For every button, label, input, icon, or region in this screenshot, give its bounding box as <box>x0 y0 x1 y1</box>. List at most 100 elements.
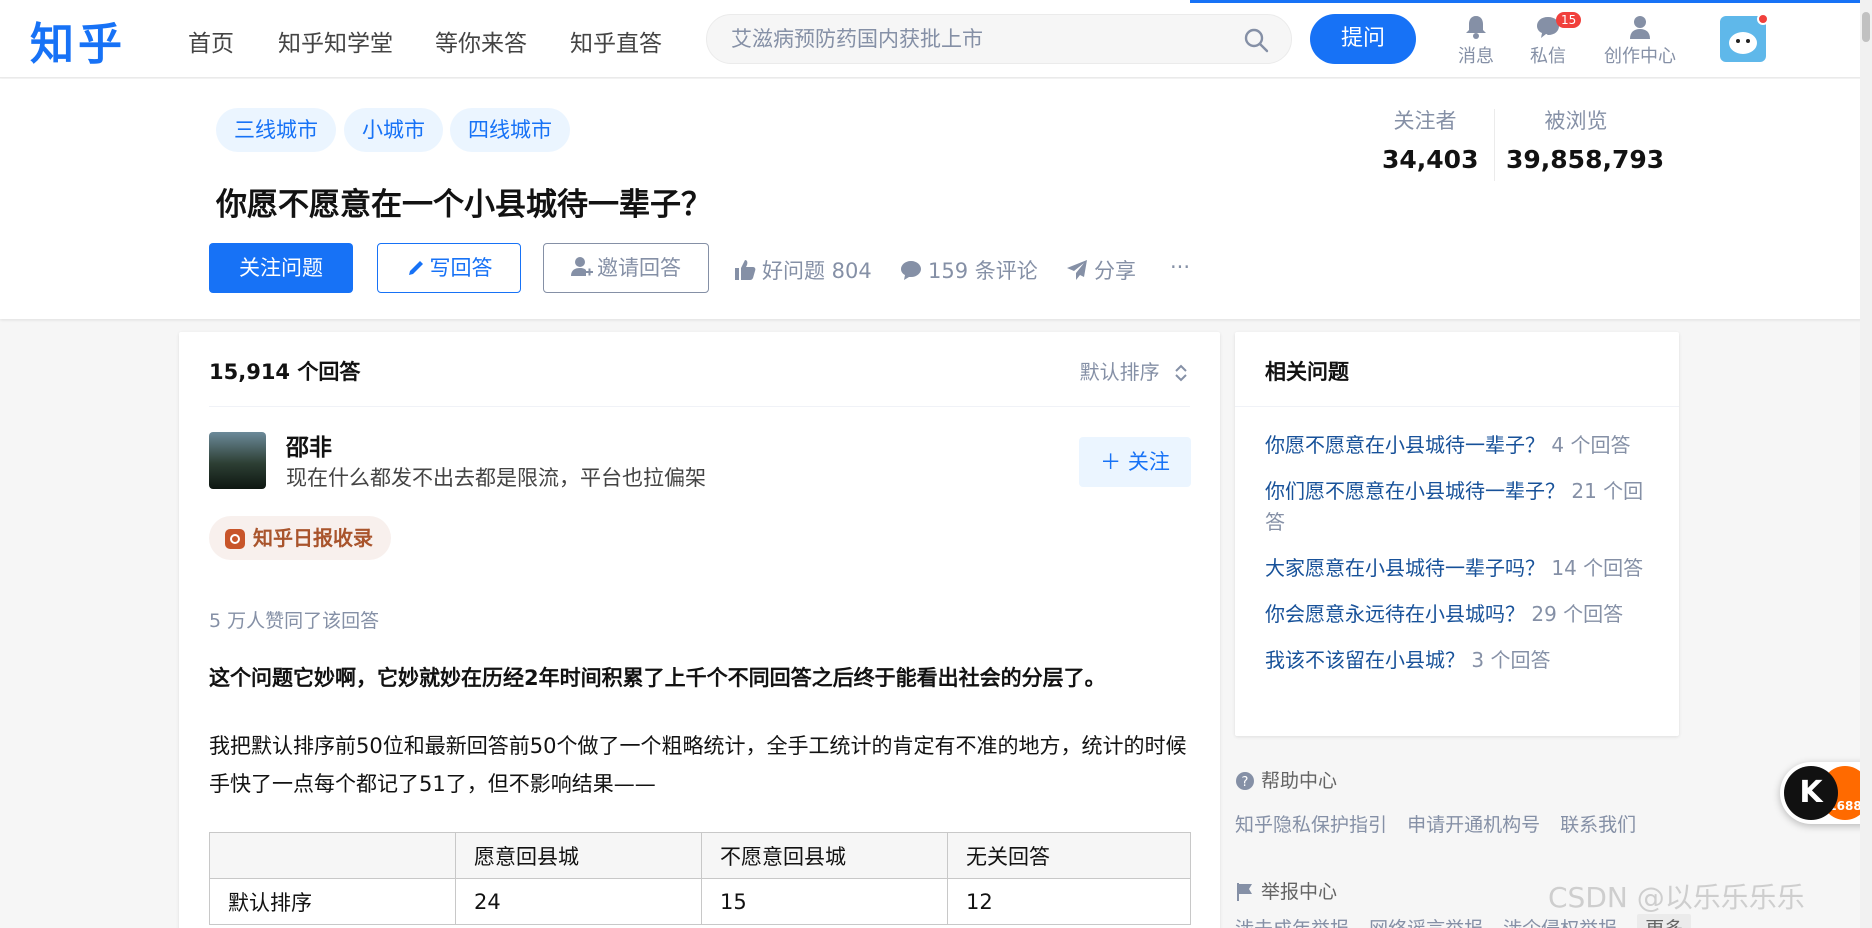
related-question-item[interactable]: 大家愿意在小县城待一辈子吗？ 14 个回答 <box>1265 553 1655 584</box>
rumor-report-link[interactable]: 网络谣言举报 <box>1369 918 1483 928</box>
vote-summary: 5 万人赞同了该回答 <box>209 610 380 632</box>
follow-question-button[interactable]: 关注问题 <box>209 243 353 293</box>
scrollbar-thumb[interactable] <box>1862 12 1870 42</box>
views-stat: 被浏览 39,858,793 <box>1506 105 1665 174</box>
follow-author-label: 关注 <box>1127 450 1170 474</box>
views-count: 39,858,793 <box>1506 145 1665 174</box>
related-question-item[interactable]: 你们愿不愿意在小县城待一辈子？ 21 个回答 <box>1265 476 1655 538</box>
privacy-guide-link[interactable]: 知乎隐私保护指引 <box>1235 814 1387 836</box>
invite-user-icon <box>571 257 593 276</box>
help-center-heading[interactable]: ? 帮助中心 <box>1235 766 1337 793</box>
follow-author-button[interactable]: ＋ 关注 <box>1079 437 1191 487</box>
ask-question-button[interactable]: 提问 <box>1310 14 1416 64</box>
related-question-link[interactable]: 大家愿意在小县城待一辈子吗？ <box>1265 556 1545 580</box>
author-name[interactable]: 邵非 <box>286 428 332 462</box>
table-header-cell <box>209 832 456 879</box>
flag-icon <box>1237 883 1252 901</box>
table-cell: 15 <box>701 878 948 925</box>
more-link[interactable]: 更多 <box>1637 914 1692 928</box>
question-title: 你愿不愿意在一个小县城待一辈子？ <box>216 187 712 223</box>
related-question-count: 14 个回答 <box>1551 556 1644 580</box>
stats-divider <box>1494 109 1495 181</box>
related-question-item[interactable]: 你会愿意永远待在小县城吗？ 29 个回答 <box>1265 599 1655 630</box>
thumbs-up-icon <box>735 260 756 280</box>
nav-waiting-answers[interactable]: 等你来答 <box>435 24 527 58</box>
nav-home[interactable]: 首页 <box>188 24 234 58</box>
table-cell: 24 <box>455 878 702 925</box>
followers-count: 34,403 <box>1382 145 1479 174</box>
scrollbar-track[interactable] <box>1860 0 1872 928</box>
notifications-label: 消息 <box>1458 46 1494 67</box>
related-question-count: 4 个回答 <box>1551 433 1631 457</box>
answer-paragraph-bold: 这个问题它妙啊，它妙就妙在历经2年时间积累了上千个不同回答之后终于能看出社会的分… <box>209 666 1106 690</box>
topic-tag[interactable]: 小城市 <box>344 108 443 152</box>
divider <box>1235 406 1679 407</box>
table-cell: 12 <box>947 878 1191 925</box>
floating-widget[interactable]: 1688 K <box>1780 762 1872 824</box>
related-questions-list: 你愿不愿意在小县城待一辈子？ 4 个回答 你们愿不愿意在小县城待一辈子？ 21 … <box>1265 430 1655 691</box>
answer-list: 15,914 个回答 默认排序 邵非 现在什么都发不出去都是限流，平台也拉偏架 … <box>179 332 1220 928</box>
nav-zhixuetang[interactable]: 知乎知学堂 <box>278 24 393 58</box>
loading-progress-bar <box>1190 0 1872 3</box>
sort-dropdown[interactable]: 默认排序 <box>1080 356 1188 385</box>
bell-icon <box>1466 16 1486 39</box>
sort-chevron-icon <box>1175 364 1187 382</box>
org-account-link[interactable]: 申请开通机构号 <box>1407 814 1540 836</box>
zhihu-daily-badge[interactable]: 知乎日报收录 <box>209 516 391 560</box>
search-box <box>706 14 1292 64</box>
zhihu-logo[interactable]: 知乎 <box>30 8 126 72</box>
search-input[interactable] <box>731 25 1211 53</box>
nav-zhida[interactable]: 知乎直答 <box>570 24 662 58</box>
messages-button[interactable]: 15 私信 <box>1530 12 1582 68</box>
related-question-link[interactable]: 我该不该留在小县城？ <box>1265 648 1465 672</box>
related-question-item[interactable]: 我该不该留在小县城？ 3 个回答 <box>1265 645 1655 676</box>
k-logo-icon: K <box>1784 766 1838 820</box>
good-question-button[interactable]: 好问题 804 <box>734 255 872 285</box>
related-questions-card: 相关问题 你愿不愿意在小县城待一辈子？ 4 个回答 你们愿不愿意在小县城待一辈子… <box>1235 332 1679 736</box>
topic-tag[interactable]: 四线城市 <box>450 108 570 152</box>
message-count-badge: 15 <box>1556 12 1582 28</box>
zhihu-daily-icon <box>225 529 245 549</box>
write-answer-label: 写回答 <box>429 256 493 280</box>
table-header-cell: 愿意回县城 <box>455 832 702 879</box>
zhihu-daily-label: 知乎日报收录 <box>253 526 373 550</box>
followers-label: 关注者 <box>1393 109 1457 133</box>
report-links: 涉未成年举报 网络谣言举报 涉企侵权举报 更多 <box>1235 914 1705 928</box>
answer-count: 15,914 个回答 <box>209 360 361 384</box>
invite-answer-button[interactable]: 邀请回答 <box>543 243 709 293</box>
svg-text:?: ? <box>1242 775 1249 790</box>
comments-label: 159 条评论 <box>928 259 1038 283</box>
notifications-button[interactable]: 消息 <box>1458 14 1494 68</box>
topic-tag[interactable]: 三线城市 <box>216 108 336 152</box>
write-answer-button[interactable]: 写回答 <box>377 243 521 293</box>
comments-button[interactable]: 159 条评论 <box>900 255 1038 285</box>
minor-report-link[interactable]: 涉未成年举报 <box>1235 918 1349 928</box>
author-bio: 现在什么都发不出去都是限流，平台也拉偏架 <box>286 466 706 490</box>
question-circle-icon: ? <box>1236 772 1254 790</box>
related-questions-title: 相关问题 <box>1265 360 1349 384</box>
watermark: CSDN @以乐乐乐乐 <box>1548 881 1805 914</box>
pencil-icon <box>408 261 423 275</box>
report-center-heading[interactable]: 举报中心 <box>1235 877 1337 904</box>
related-question-count: 29 个回答 <box>1531 602 1624 626</box>
contact-us-link[interactable]: 联系我们 <box>1560 814 1636 836</box>
author-avatar[interactable] <box>209 432 266 489</box>
avatar-notification-dot <box>1757 13 1769 25</box>
views-label: 被浏览 <box>1544 109 1608 133</box>
search-icon[interactable] <box>1243 27 1269 53</box>
sort-label: 默认排序 <box>1079 360 1160 384</box>
table-header-cell: 不愿意回县城 <box>701 832 948 879</box>
more-options-button[interactable]: ··· <box>1170 255 1190 279</box>
table-header-row: 愿意回县城 不愿意回县城 无关回答 <box>209 832 1191 879</box>
related-question-link[interactable]: 你会愿意永远待在小县城吗？ <box>1265 602 1525 626</box>
creator-center-button[interactable]: 创作中心 <box>1604 14 1676 68</box>
help-center-label: 帮助中心 <box>1261 770 1338 792</box>
related-question-item[interactable]: 你愿不愿意在小县城待一辈子？ 4 个回答 <box>1265 430 1655 461</box>
related-question-link[interactable]: 你愿不愿意在小县城待一辈子？ <box>1265 433 1545 457</box>
creator-icon <box>1630 16 1650 39</box>
infringement-report-link[interactable]: 涉企侵权举报 <box>1503 918 1617 928</box>
related-question-link[interactable]: 你们愿不愿意在小县城待一辈子？ <box>1265 479 1565 503</box>
related-question-count: 3 个回答 <box>1471 648 1551 672</box>
top-navigation: 知乎 首页 知乎知学堂 等你来答 知乎直答 提问 消息 15 私信 创作中心 <box>0 0 1872 78</box>
share-button[interactable]: 分享 <box>1066 255 1136 285</box>
